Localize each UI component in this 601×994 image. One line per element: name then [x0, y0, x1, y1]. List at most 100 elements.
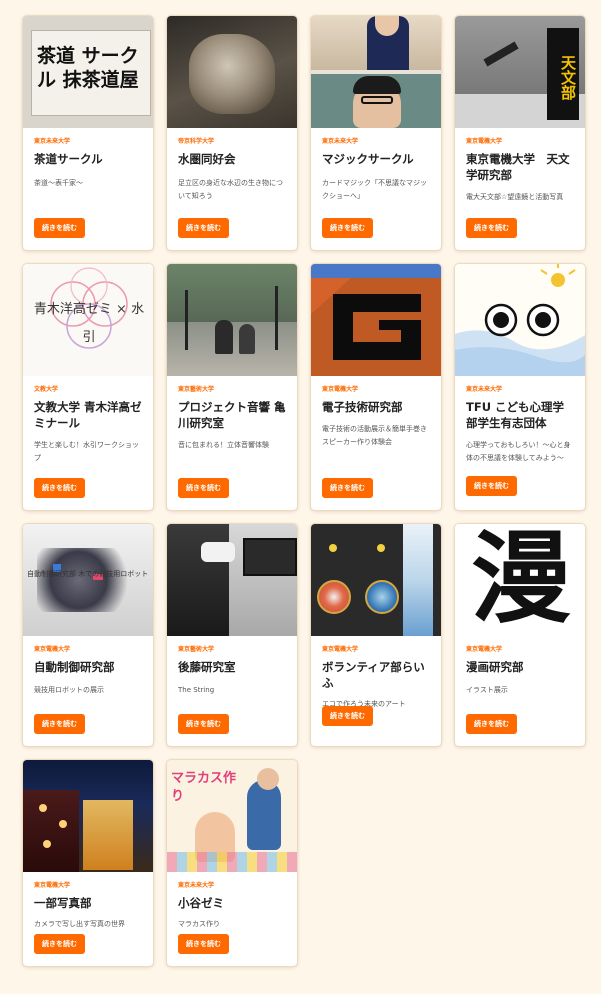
card-thumbnail[interactable]: 自動制御研究部 木での競技用ロボット	[23, 524, 153, 636]
card-magic-circle[interactable]: 東京未来大学 マジックサークル カードマジック「不思議なマジックショーへ」 続き…	[310, 15, 442, 251]
card-thumbnail[interactable]	[23, 760, 153, 872]
card-title: 水圏同好会	[178, 152, 236, 166]
card-description: 電大天文部☆望遠鏡と活動写真	[466, 193, 564, 201]
card-description: 競技用ロボットの展示	[34, 686, 104, 694]
university-name: 東京未来大学	[466, 386, 503, 393]
card-description: 茶道〜表千家〜	[34, 179, 83, 187]
card-thumbnail[interactable]: 天文部	[455, 16, 585, 128]
vr-headset-person	[201, 542, 235, 562]
card-acoustic-lab[interactable]: 東京藝術大学 プロジェクト音響 亀川研究室 音に包まれる！立体音響体験 続きを読…	[166, 263, 298, 511]
card-description: マラカス作り	[178, 920, 220, 928]
university-name: 東京電機大学	[34, 882, 71, 889]
card-thumbnail[interactable]: マラカス作り	[167, 760, 297, 872]
read-more-button[interactable]: 続きを読む	[34, 478, 85, 498]
manga-kanji: 漫	[471, 524, 571, 636]
thumbnail-caption: マラカス作り	[171, 771, 237, 804]
card-mizuhiki-seminar[interactable]: 青木洋高ゼミ × 水引 文教大学 文教大学 青木洋高ゼミナール 学生と楽しむ！水…	[22, 263, 154, 511]
thumbnail-caption: 青木洋高ゼミ × 水引	[33, 302, 145, 345]
card-description: The String	[178, 686, 215, 694]
university-name: 東京電機大学	[34, 646, 71, 653]
cartoon-eyes-icon	[455, 264, 585, 376]
read-more-button[interactable]: 続きを読む	[322, 218, 373, 238]
card-description: 学生と楽しむ！水引ワークショップ	[34, 441, 139, 462]
read-more-button[interactable]: 続きを読む	[466, 476, 517, 496]
card-title: 漫画研究部	[466, 660, 524, 674]
card-photo-club[interactable]: 東京電機大学 一部写真部 カメラで写し出す写真の世界 続きを読む	[22, 759, 154, 967]
card-kotani-seminar[interactable]: マラカス作り 東京未来大学 小谷ゼミ マラカス作り 続きを読む	[166, 759, 298, 967]
card-thumbnail[interactable]: 青木洋高ゼミ × 水引	[23, 264, 153, 376]
read-more-button[interactable]: 続きを読む	[34, 714, 85, 734]
card-description: カードマジック「不思議なマジックショーへ」	[322, 179, 427, 200]
card-thumbnail[interactable]	[167, 524, 297, 636]
earring-left	[317, 580, 351, 614]
lantern-lights	[83, 800, 133, 870]
card-description: 音に包まれる！立体音響体験	[178, 441, 269, 449]
read-more-button[interactable]: 続きを読む	[322, 706, 373, 726]
card-volunteer-life[interactable]: 東京電機大学 ボランティア部らいふ エコで作ろう未来のアート 続きを読む	[310, 523, 442, 747]
card-thumbnail[interactable]	[455, 264, 585, 376]
people-silhouette	[215, 320, 233, 354]
monitor-screen	[243, 538, 297, 576]
earring-right	[365, 580, 399, 614]
astronomy-sign: 天文部	[547, 28, 579, 120]
card-title: 文教大学 青木洋高ゼミナール	[34, 400, 142, 430]
read-more-button[interactable]: 続きを読む	[466, 218, 517, 238]
card-child-psychology[interactable]: 東京未来大学 TFU こども心理学部学生有志団体 心理学っておもしろい！〜心と身…	[454, 263, 586, 511]
university-name: 帝京科学大学	[178, 138, 215, 145]
card-title: 小谷ゼミ	[178, 896, 224, 910]
electronics-logo-icon	[311, 278, 441, 376]
card-goto-lab[interactable]: 東京藝術大学 後藤研究室 The String 続きを読む	[166, 523, 298, 747]
card-title: 一部写真部	[34, 896, 92, 910]
card-description: カメラで写し出す写真の世界	[34, 920, 125, 928]
card-astronomy[interactable]: 天文部 東京電機大学 東京電機大学 天文学研究部 電大天文部☆望遠鏡と活動写真 …	[454, 15, 586, 251]
university-name: 東京藝術大学	[178, 386, 215, 393]
card-thumbnail[interactable]: 漫	[455, 524, 585, 636]
thumbnail-caption: 自動制御研究部 木での競技用ロボット	[27, 570, 149, 578]
university-name: 文教大学	[34, 386, 59, 393]
card-title: プロジェクト音響 亀川研究室	[178, 400, 286, 430]
card-electronics[interactable]: 東京電機大学 電子技術研究部 電子技術の活動展示＆簡単手巻きスピーカー作り体験会…	[310, 263, 442, 511]
card-thumbnail[interactable]: 茶道 サークル 抹茶道屋	[23, 16, 153, 128]
card-description: 心理学っておもしろい！〜心と身体の不思議を体験してみよう〜	[466, 441, 571, 462]
card-thumbnail[interactable]	[311, 264, 441, 376]
card-thumbnail[interactable]	[167, 16, 297, 128]
card-manga-club[interactable]: 漫 東京電機大学 漫画研究部 イラスト展示 続きを読む	[454, 523, 586, 747]
card-title: 自動制御研究部	[34, 660, 115, 674]
card-title: マジックサークル	[322, 152, 414, 166]
read-more-button[interactable]: 続きを読む	[34, 218, 85, 238]
card-description: 足立区の身近な水辺の生き物について知ろう	[178, 179, 283, 200]
university-name: 東京電機大学	[466, 138, 503, 145]
bookmark-strip	[403, 524, 433, 636]
magic-photo-top	[311, 16, 441, 70]
card-description: 電子技術の活動展示＆簡単手巻きスピーカー作り体験会	[322, 425, 427, 446]
circle-card-grid: 茶道 サークル 抹茶道屋 東京未来大学 茶道サークル 茶道〜表千家〜 続きを読む…	[22, 15, 586, 967]
card-title: 茶道サークル	[34, 152, 103, 166]
university-name: 東京藝術大学	[178, 646, 215, 653]
read-more-button[interactable]: 続きを読む	[178, 934, 229, 954]
read-more-button[interactable]: 続きを読む	[178, 218, 229, 238]
magic-photo-bottom	[311, 74, 441, 128]
university-name: 東京電機大学	[322, 386, 359, 393]
university-name: 東京未来大学	[34, 138, 71, 145]
thumbnail-calligraphy-text: 茶道 サークル 抹茶道屋	[37, 45, 139, 91]
crab-photo	[189, 34, 275, 114]
read-more-button[interactable]: 続きを読む	[466, 714, 517, 734]
read-more-button[interactable]: 続きを読む	[322, 478, 373, 498]
read-more-button[interactable]: 続きを読む	[34, 934, 85, 954]
card-tea-ceremony[interactable]: 茶道 サークル 抹茶道屋 東京未来大学 茶道サークル 茶道〜表千家〜 続きを読む	[22, 15, 154, 251]
university-name: 東京未来大学	[178, 882, 215, 889]
card-title: 電子技術研究部	[322, 400, 403, 414]
card-description: イラスト展示	[466, 686, 508, 694]
card-auto-control[interactable]: 自動制御研究部 木での競技用ロボット 東京電機大学 自動制御研究部 競技用ロボッ…	[22, 523, 154, 747]
university-name: 東京電機大学	[466, 646, 503, 653]
read-more-button[interactable]: 続きを読む	[178, 478, 229, 498]
telescope-icon	[483, 41, 519, 67]
university-name: 東京未来大学	[322, 138, 359, 145]
card-thumbnail[interactable]	[311, 16, 441, 128]
card-aquatic-club[interactable]: 帝京科学大学 水圏同好会 足立区の身近な水辺の生き物について知ろう 続きを読む	[166, 15, 298, 251]
card-thumbnail[interactable]	[311, 524, 441, 636]
read-more-button[interactable]: 続きを読む	[178, 714, 229, 734]
card-title: 東京電機大学 天文学研究部	[466, 152, 570, 182]
university-name: 東京電機大学	[322, 646, 359, 653]
card-thumbnail[interactable]	[167, 264, 297, 376]
